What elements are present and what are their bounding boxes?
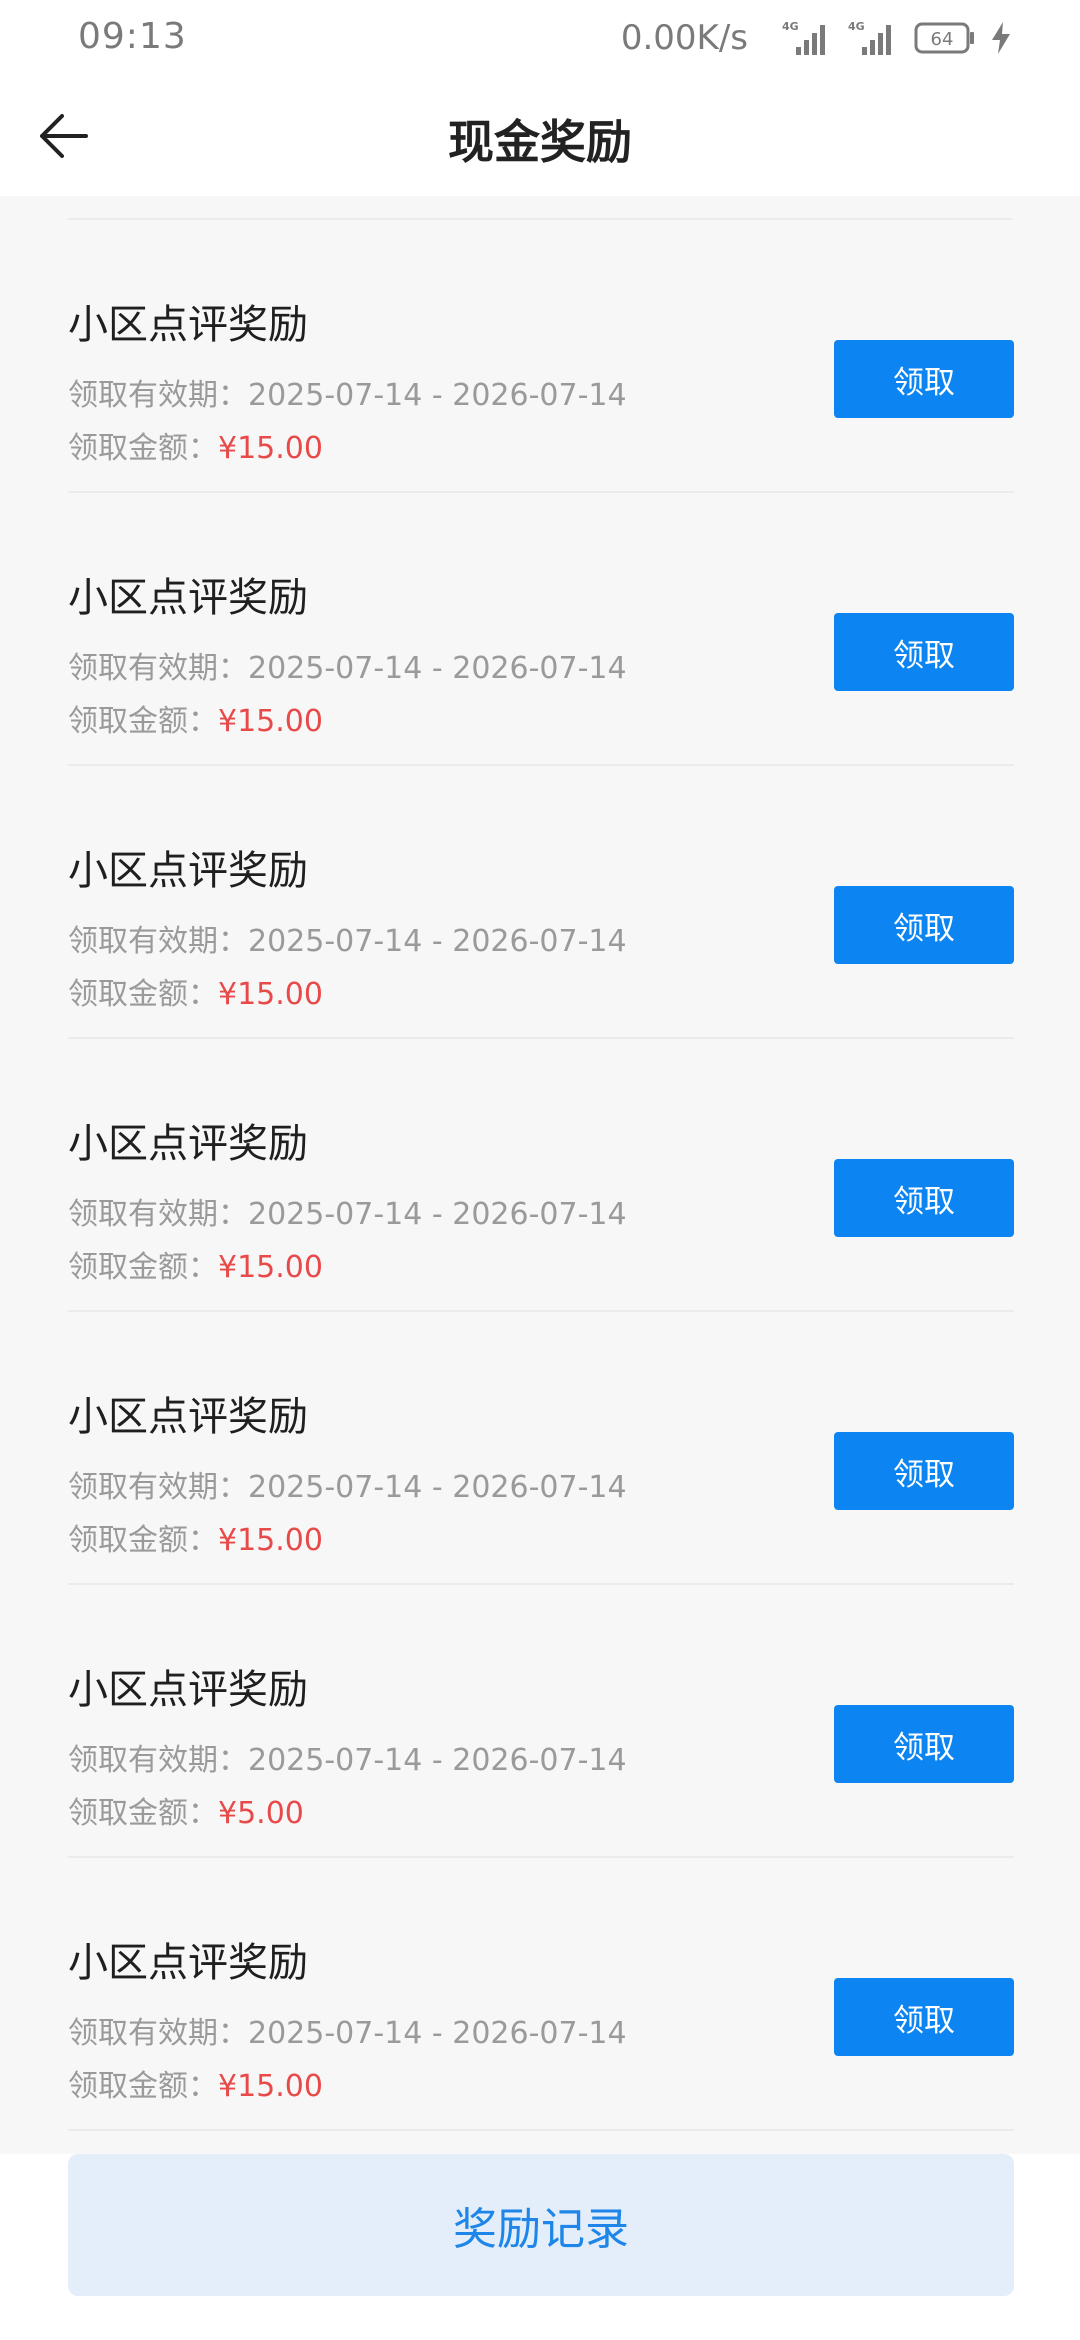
network-speed: 0.00K/s [620, 18, 748, 58]
amount-value: ¥15.00 [218, 1250, 323, 1285]
amount-label: 领取金额： [68, 977, 218, 1012]
amount-value: ¥15.00 [218, 431, 323, 466]
reward-list[interactable]: 小区点评奖励 领取有效期：2025-07-14 - 2026-07-14 领取金… [0, 196, 1080, 2154]
status-indicators: 0.00K/s 4G 4G 64 [621, 18, 1012, 58]
reward-amount-row: 领取金额：¥15.00 [68, 423, 323, 467]
amount-label: 领取金额： [68, 1250, 218, 1285]
reward-amount-row: 领取金额：¥15.00 [68, 1515, 323, 1559]
reward-amount-row: 领取金额：¥15.00 [68, 1242, 323, 1286]
reward-title: 小区点评奖励 [68, 302, 308, 348]
reward-records-button[interactable]: 奖励记录 [68, 2154, 1014, 2296]
reward-period: 领取有效期：2025-07-14 - 2026-07-14 [68, 1470, 627, 1505]
amount-label: 领取金额： [68, 704, 218, 739]
amount-value: ¥5.00 [218, 1796, 304, 1831]
claim-button[interactable]: 领取 [834, 613, 1014, 691]
reward-amount-row: 领取金额：¥15.00 [68, 696, 323, 740]
claim-button[interactable]: 领取 [834, 1705, 1014, 1783]
reward-period: 领取有效期：2025-07-14 - 2026-07-14 [68, 1197, 627, 1232]
status-bar: 09:13 0.00K/s 4G 4G 64 [0, 0, 1080, 76]
reward-item: 小区点评奖励 领取有效期：2025-07-14 - 2026-07-14 领取金… [68, 493, 1014, 766]
reward-title: 小区点评奖励 [68, 1667, 308, 1713]
amount-value: ¥15.00 [218, 1523, 323, 1558]
header: 现金奖励 [0, 76, 1080, 196]
signal1-label: 4G [782, 20, 799, 33]
battery-icon: 64 [914, 22, 974, 54]
reward-period: 领取有效期：2025-07-14 - 2026-07-14 [68, 651, 627, 686]
amount-label: 领取金额： [68, 431, 218, 466]
reward-item: 小区点评奖励 领取有效期：2025-07-14 - 2026-07-14 领取金… [68, 1312, 1014, 1585]
claim-button[interactable]: 领取 [834, 340, 1014, 418]
reward-item: 小区点评奖励 领取有效期：2025-07-14 - 2026-07-14 领取金… [68, 1585, 1014, 1858]
reward-item: 小区点评奖励 领取有效期：2025-07-14 - 2026-07-14 领取金… [68, 1039, 1014, 1312]
bottom-bar: 奖励记录 [0, 2154, 1080, 2340]
reward-item: 小区点评奖励 领取有效期：2025-07-14 - 2026-07-14 领取金… [68, 1858, 1014, 2131]
claim-button[interactable]: 领取 [834, 1432, 1014, 1510]
claim-button[interactable]: 领取 [834, 1978, 1014, 2056]
reward-title: 小区点评奖励 [68, 1940, 308, 1986]
status-time: 09:13 [78, 16, 187, 57]
reward-period: 领取有效期：2025-07-14 - 2026-07-14 [68, 924, 627, 959]
reward-title: 小区点评奖励 [68, 1121, 308, 1167]
amount-label: 领取金额： [68, 1523, 218, 1558]
reward-amount-row: 领取金额：¥15.00 [68, 969, 323, 1013]
amount-label: 领取金额： [68, 2069, 218, 2104]
amount-value: ¥15.00 [218, 977, 323, 1012]
signal2-label: 4G [848, 20, 865, 33]
amount-value: ¥15.00 [218, 704, 323, 739]
reward-title: 小区点评奖励 [68, 848, 308, 894]
claim-button[interactable]: 领取 [834, 1159, 1014, 1237]
reward-title: 小区点评奖励 [68, 575, 308, 621]
amount-label: 领取金额： [68, 1796, 218, 1831]
page-title: 现金奖励 [448, 115, 632, 169]
reward-amount-row: 领取金额：¥5.00 [68, 1788, 304, 1832]
reward-item: 小区点评奖励 领取有效期：2025-07-14 - 2026-07-14 领取金… [68, 220, 1014, 493]
amount-value: ¥15.00 [218, 2069, 323, 2104]
reward-title: 小区点评奖励 [68, 1394, 308, 1440]
signal-4g-icon: 4G [782, 20, 825, 55]
battery-level: 64 [931, 29, 954, 50]
signal-4g-icon: 4G [848, 20, 891, 55]
reward-period: 领取有效期：2025-07-14 - 2026-07-14 [68, 378, 627, 413]
charging-bolt-icon [992, 22, 1010, 54]
screen: 09:13 0.00K/s 4G 4G 64 现金奖励 小区点评奖励 领取有效期… [0, 0, 1080, 2340]
reward-period: 领取有效期：2025-07-14 - 2026-07-14 [68, 1743, 627, 1778]
reward-amount-row: 领取金额：¥15.00 [68, 2061, 323, 2105]
claim-button[interactable]: 领取 [834, 886, 1014, 964]
reward-period: 领取有效期：2025-07-14 - 2026-07-14 [68, 2016, 627, 2051]
reward-item: 小区点评奖励 领取有效期：2025-07-14 - 2026-07-14 领取金… [68, 766, 1014, 1039]
